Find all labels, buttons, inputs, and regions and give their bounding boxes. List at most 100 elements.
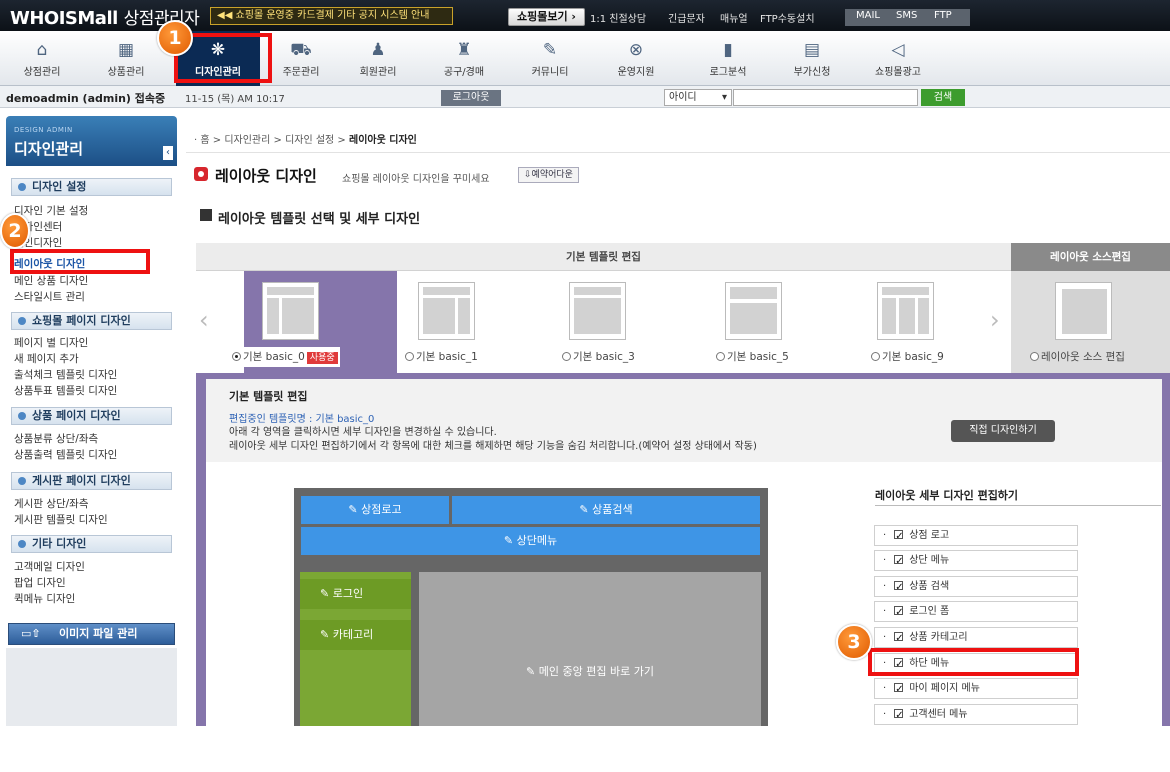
template-thumb-basic-3[interactable] bbox=[569, 282, 626, 340]
layout-area-category[interactable]: ✎ 카테고리 bbox=[300, 620, 411, 650]
nav-item-speaker[interactable]: ◁ 쇼핑몰광고 bbox=[856, 31, 940, 86]
nav-item-goods[interactable]: ▦ 상품관리 bbox=[84, 31, 168, 86]
layout-source-edit-header[interactable]: 레이아웃 소스편집 bbox=[1011, 243, 1170, 271]
sms-link[interactable]: SMS bbox=[896, 10, 917, 21]
auction-icon: ♜ bbox=[456, 40, 472, 60]
sidebar-item[interactable]: 고객메일 디자인 bbox=[14, 559, 85, 574]
layout-area-search[interactable]: ✎ 상품검색 bbox=[452, 496, 760, 524]
mail-link[interactable]: MAIL bbox=[856, 10, 880, 21]
nav-item-form[interactable]: ▤ 부가신청 bbox=[770, 31, 854, 86]
sidebar-header-en: DESIGN ADMIN bbox=[14, 126, 73, 134]
nav-item-label: 커뮤니티 bbox=[531, 67, 569, 78]
template-thumb-basic-5[interactable] bbox=[725, 282, 782, 340]
sidebar-item[interactable]: 새 페이지 추가 bbox=[14, 351, 79, 366]
layout-area-login[interactable]: ✎ 로그인 bbox=[300, 579, 411, 609]
nav-item-support[interactable]: ⊗ 운영지원 bbox=[594, 31, 678, 86]
annotation-badge-2: 2 bbox=[0, 213, 30, 249]
template-thumb-basic-1[interactable] bbox=[418, 282, 475, 340]
sidebar-item[interactable]: 메인 상품 디자인 bbox=[14, 273, 88, 288]
nav-item-pen[interactable]: ✎ 커뮤니티 bbox=[508, 31, 592, 86]
checkbox[interactable] bbox=[894, 680, 904, 699]
nav-item-member[interactable]: ♟ 회원관리 bbox=[336, 31, 420, 86]
sidebar-item[interactable]: 퀵메뉴 디자인 bbox=[14, 591, 75, 606]
support-icon: ⊗ bbox=[628, 40, 644, 60]
check-product-category[interactable]: ·상품 카테고리 bbox=[874, 627, 1078, 648]
template-option-basic-9[interactable]: 기본 basic_9 bbox=[871, 347, 944, 367]
reserved-word-download-button[interactable]: ⇩예약어다운 bbox=[518, 167, 579, 183]
sidebar-section-product-page[interactable]: 상품 페이지 디자인 bbox=[11, 407, 172, 425]
template-option-basic-0[interactable]: 기본 basic_0 사용중 bbox=[230, 347, 340, 367]
notice-ticker[interactable]: ◀◀ 쇼핑몰 운영중 카드결제 기타 공지 시스템 안내 bbox=[210, 7, 453, 25]
nav-item-home[interactable]: ⌂ 상점관리 bbox=[0, 31, 84, 86]
layout-area-main-center[interactable]: ✎ 메인 중앙 편집 바로 가기 bbox=[419, 572, 761, 726]
ftp-install-link[interactable]: FTP수동설치 bbox=[760, 10, 815, 25]
layout-area-top-menu[interactable]: ✎ 상단메뉴 bbox=[301, 527, 760, 555]
breadcrumb-design[interactable]: 디자인관리 bbox=[224, 135, 270, 146]
search-type-select[interactable]: 아이디 ▾ bbox=[664, 89, 732, 106]
sidebar-section-design-settings[interactable]: 디자인 설정 bbox=[11, 178, 172, 196]
sidebar-item[interactable]: 상품출력 템플릿 디자인 bbox=[14, 447, 117, 462]
shop-view-button[interactable]: 쇼핑몰보기 › bbox=[508, 8, 585, 26]
sidebar-item[interactable]: 디자인 기본 설정 bbox=[14, 203, 88, 218]
manual-link[interactable]: 매뉴얼 bbox=[720, 10, 748, 25]
sidebar-item[interactable]: 게시판 템플릿 디자인 bbox=[14, 512, 108, 527]
layout-area-logo[interactable]: ✎ 상점로고 bbox=[301, 496, 449, 524]
template-prev-icon[interactable]: ‹ bbox=[199, 306, 209, 334]
section-bullet-icon bbox=[200, 209, 212, 221]
sidebar-section-shop-page[interactable]: 쇼핑몰 페이지 디자인 bbox=[11, 312, 172, 330]
check-top-menu[interactable]: ·상단 메뉴 bbox=[874, 550, 1078, 571]
check-login-form[interactable]: ·로그인 폼 bbox=[874, 601, 1078, 622]
template-option-basic-5[interactable]: 기본 basic_5 bbox=[716, 347, 789, 367]
check-mypage-menu[interactable]: ·마이 페이지 메뉴 bbox=[874, 678, 1078, 699]
urgent-sms-link[interactable]: 긴급문자 bbox=[668, 10, 705, 25]
sidebar-item[interactable]: 스타일시트 관리 bbox=[14, 289, 85, 304]
checkbox[interactable] bbox=[894, 527, 904, 546]
ftp-link[interactable]: FTP bbox=[934, 10, 952, 21]
template-option-basic-3[interactable]: 기본 basic_3 bbox=[562, 347, 635, 367]
template-thumb-source[interactable] bbox=[1055, 282, 1112, 340]
checkbox[interactable] bbox=[894, 578, 904, 597]
radio-icon bbox=[1030, 352, 1039, 361]
template-option-basic-1[interactable]: 기본 basic_1 bbox=[405, 347, 478, 367]
sidebar-item[interactable]: 페이지 별 디자인 bbox=[14, 335, 88, 350]
direct-design-button[interactable]: 직접 디자인하기 bbox=[951, 420, 1055, 442]
edit-description-1: 아래 각 영역을 클릭하시면 세부 디자인을 변경하실 수 있습니다. bbox=[229, 427, 497, 438]
edit-description-2: 레이아웃 세부 디자인 편집하기에서 각 항목에 대한 체크를 해제하면 해당 … bbox=[229, 441, 757, 452]
check-product-search[interactable]: ·상품 검색 bbox=[874, 576, 1078, 597]
logout-button[interactable]: 로그아웃 bbox=[441, 90, 501, 106]
sidebar-footer bbox=[6, 648, 177, 726]
checkbox[interactable] bbox=[894, 552, 904, 571]
template-thumb-basic-9[interactable] bbox=[877, 282, 934, 340]
sidebar-item[interactable]: 게시판 상단/좌측 bbox=[14, 496, 89, 511]
sidebar-section-etc[interactable]: 기타 디자인 bbox=[11, 535, 172, 553]
sidebar-header-title: 디자인관리 bbox=[14, 140, 84, 158]
template-thumb-basic-0[interactable] bbox=[262, 282, 319, 340]
image-file-manage-button[interactable]: ▭⇧ 이미지 파일 관리 bbox=[8, 623, 175, 645]
consult-link[interactable]: 1:1 친절상담 bbox=[590, 10, 646, 25]
sidebar-item[interactable]: 출석체크 템플릿 디자인 bbox=[14, 367, 117, 382]
check-store-logo[interactable]: ·상점 로고 bbox=[874, 525, 1078, 546]
breadcrumb-settings[interactable]: 디자인 설정 bbox=[285, 135, 334, 146]
template-edit-header: 기본 템플릿 편집 bbox=[196, 243, 1011, 271]
sidebar-item[interactable]: 상품투표 템플릿 디자인 bbox=[14, 383, 117, 398]
checkbox[interactable] bbox=[894, 603, 904, 622]
radio-icon bbox=[871, 352, 880, 361]
chart-icon: ▮ bbox=[723, 40, 733, 60]
template-option-source[interactable]: 레이아웃 소스 편집 bbox=[1030, 347, 1125, 367]
sidebar-item[interactable]: 팝업 디자인 bbox=[14, 575, 66, 590]
sidebar-item[interactable]: 상품분류 상단/좌측 bbox=[14, 431, 98, 446]
nav-item-chart[interactable]: ▮ 로그분석 bbox=[686, 31, 770, 86]
page-title: 레이아웃 디자인 bbox=[215, 167, 317, 185]
sidebar-section-board-page[interactable]: 게시판 페이지 디자인 bbox=[11, 472, 172, 490]
radio-icon bbox=[716, 352, 725, 361]
search-input[interactable] bbox=[733, 89, 918, 106]
template-next-icon[interactable]: › bbox=[990, 306, 1000, 334]
folder-upload-icon: ▭⇧ bbox=[21, 627, 41, 640]
search-button[interactable]: 검색 bbox=[921, 89, 965, 106]
breadcrumb-home[interactable]: 홈 bbox=[200, 135, 209, 146]
check-customer-center-menu[interactable]: ·고객센터 메뉴 bbox=[874, 704, 1078, 725]
checkbox[interactable] bbox=[894, 706, 904, 725]
nav-item-auction[interactable]: ♜ 공구/경매 bbox=[422, 31, 506, 86]
checkbox[interactable] bbox=[894, 629, 904, 648]
sidebar-collapse-icon[interactable]: ‹ bbox=[163, 146, 173, 160]
